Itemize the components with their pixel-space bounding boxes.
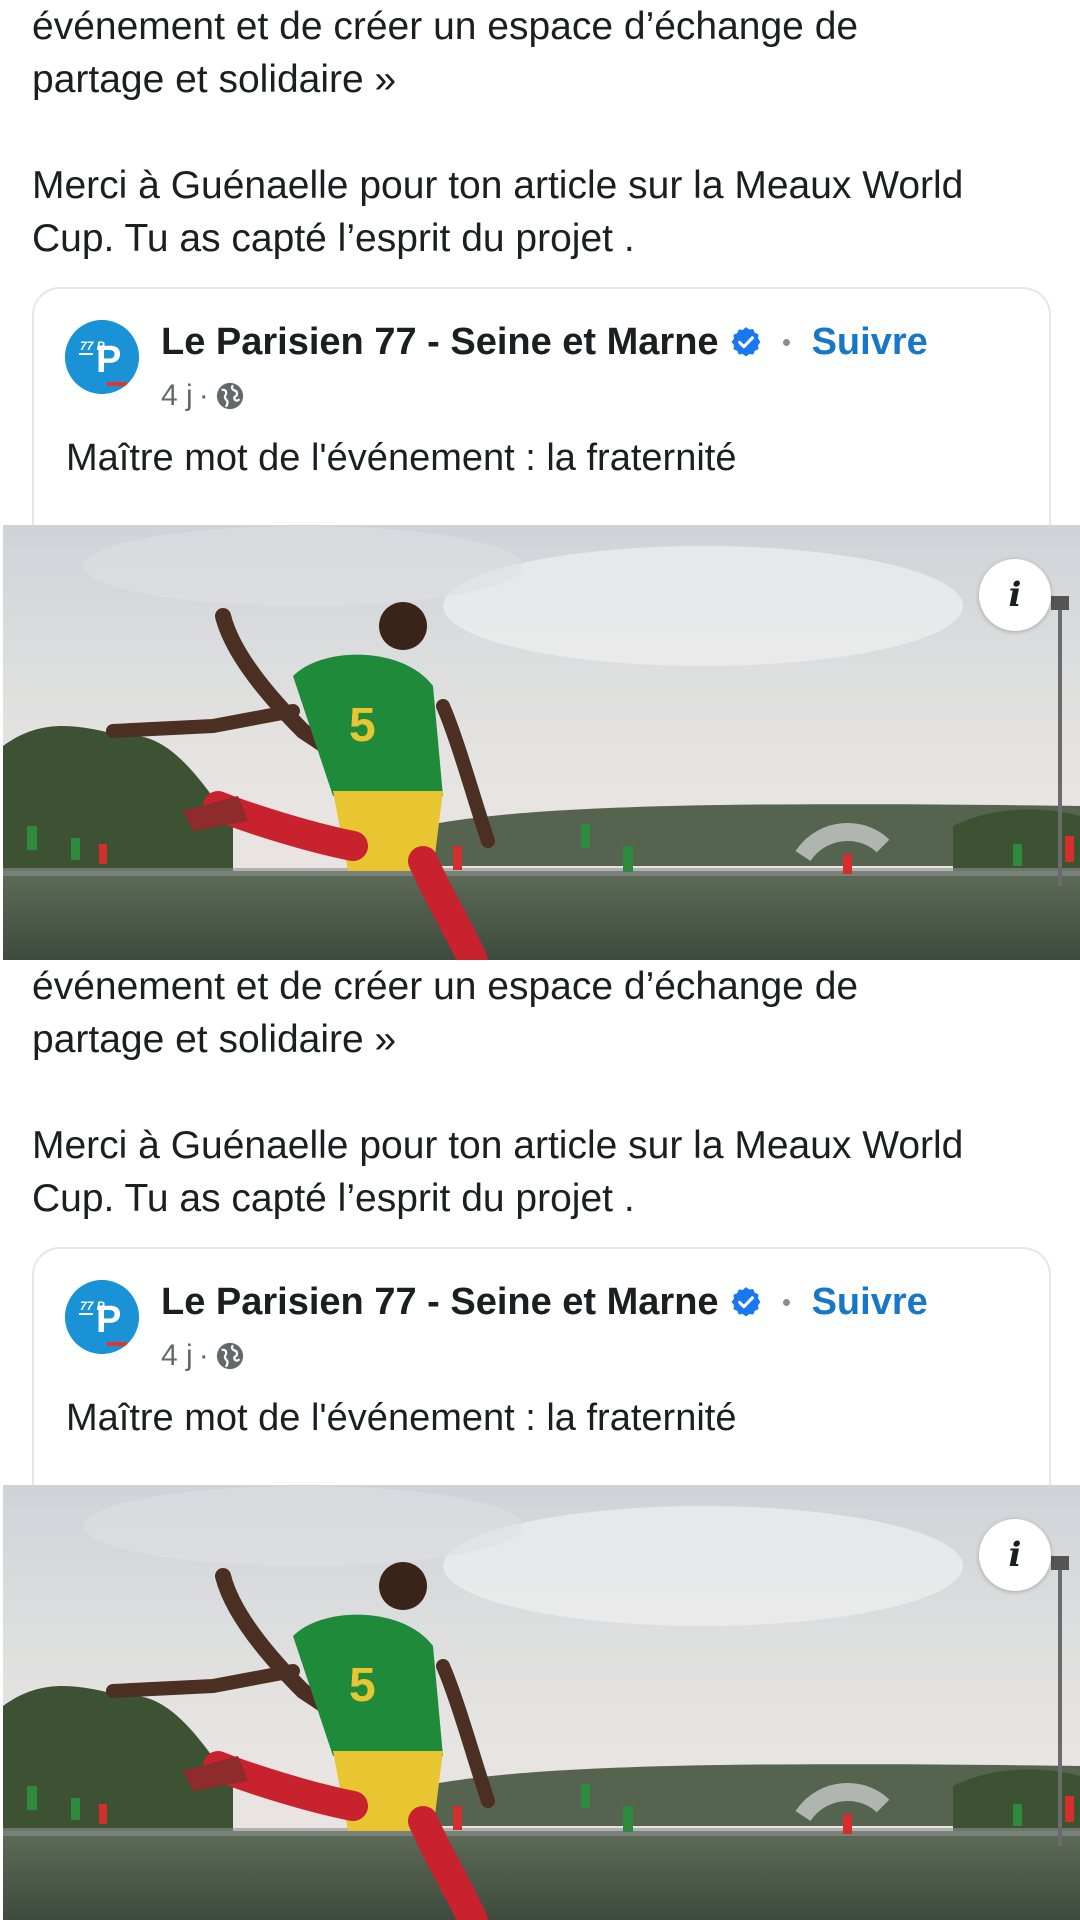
shared-post-text: Maître mot de l'événement : la fraternit… bbox=[66, 1397, 737, 1439]
separator-dot bbox=[782, 338, 790, 346]
page-name-link[interactable]: Le Parisien 77 - Seine et Marne bbox=[161, 321, 719, 364]
svg-text:P: P bbox=[96, 339, 121, 381]
verified-badge-icon bbox=[729, 325, 763, 359]
post-text-line: partage et solidaire » bbox=[32, 1018, 397, 1061]
page-name-row: Le Parisien 77 - Seine et Marne Suivre bbox=[161, 317, 928, 367]
post-time[interactable]: 4 j bbox=[161, 1339, 193, 1373]
page-avatar[interactable]: 77 P P bbox=[65, 1280, 139, 1354]
page-name-row: Le Parisien 77 - Seine et Marne Suivre bbox=[161, 1277, 928, 1327]
post-text-line bbox=[32, 1066, 1042, 1119]
post-text-line: Cup. Tu as capté l’esprit du projet . bbox=[32, 217, 635, 260]
follow-button[interactable]: Suivre bbox=[812, 1281, 928, 1324]
post-text-line: Merci à Guénaelle pour ton article sur l… bbox=[32, 1124, 964, 1167]
meta-separator: · bbox=[198, 379, 209, 412]
page-avatar[interactable]: 77 P P bbox=[65, 320, 139, 394]
post-block: événement et de créer un espace d’échang… bbox=[0, 960, 1080, 1920]
meta-separator: · bbox=[198, 1339, 209, 1372]
svg-text:P: P bbox=[96, 1299, 121, 1341]
verified-badge-icon bbox=[729, 1285, 763, 1319]
post-text-line: Cup. Tu as capté l’esprit du projet . bbox=[32, 1177, 635, 1220]
post-text-line: événement et de créer un espace d’échang… bbox=[32, 5, 859, 48]
svg-text:5: 5 bbox=[349, 1659, 376, 1712]
post-text-line: Merci à Guénaelle pour ton article sur l… bbox=[32, 164, 964, 207]
globe-icon bbox=[215, 381, 245, 411]
separator-dot bbox=[782, 1298, 790, 1306]
page-name-link[interactable]: Le Parisien 77 - Seine et Marne bbox=[161, 1281, 719, 1324]
shared-post-text: Maître mot de l'événement : la fraternit… bbox=[66, 437, 737, 479]
follow-button[interactable]: Suivre bbox=[812, 321, 928, 364]
svg-text:5: 5 bbox=[349, 699, 376, 752]
post-text-line: partage et solidaire » bbox=[32, 58, 397, 101]
info-button[interactable]: i bbox=[979, 559, 1051, 631]
info-button[interactable]: i bbox=[979, 1519, 1051, 1591]
post-block: événement et de créer un espace d’échang… bbox=[0, 0, 1080, 960]
post-meta: 4 j · bbox=[161, 1339, 245, 1373]
post-text: événement et de créer un espace d’échang… bbox=[32, 960, 1042, 1225]
shared-post-photo[interactable]: 5 i bbox=[3, 1485, 1080, 1920]
post-text: événement et de créer un espace d’échang… bbox=[32, 0, 1042, 265]
shared-post-photo[interactable]: 5 i bbox=[3, 525, 1080, 960]
post-text-line bbox=[32, 106, 1042, 159]
post-meta: 4 j · bbox=[161, 379, 245, 413]
globe-icon bbox=[215, 1341, 245, 1371]
post-text-line: événement et de créer un espace d’échang… bbox=[32, 965, 859, 1008]
post-time[interactable]: 4 j bbox=[161, 379, 193, 413]
